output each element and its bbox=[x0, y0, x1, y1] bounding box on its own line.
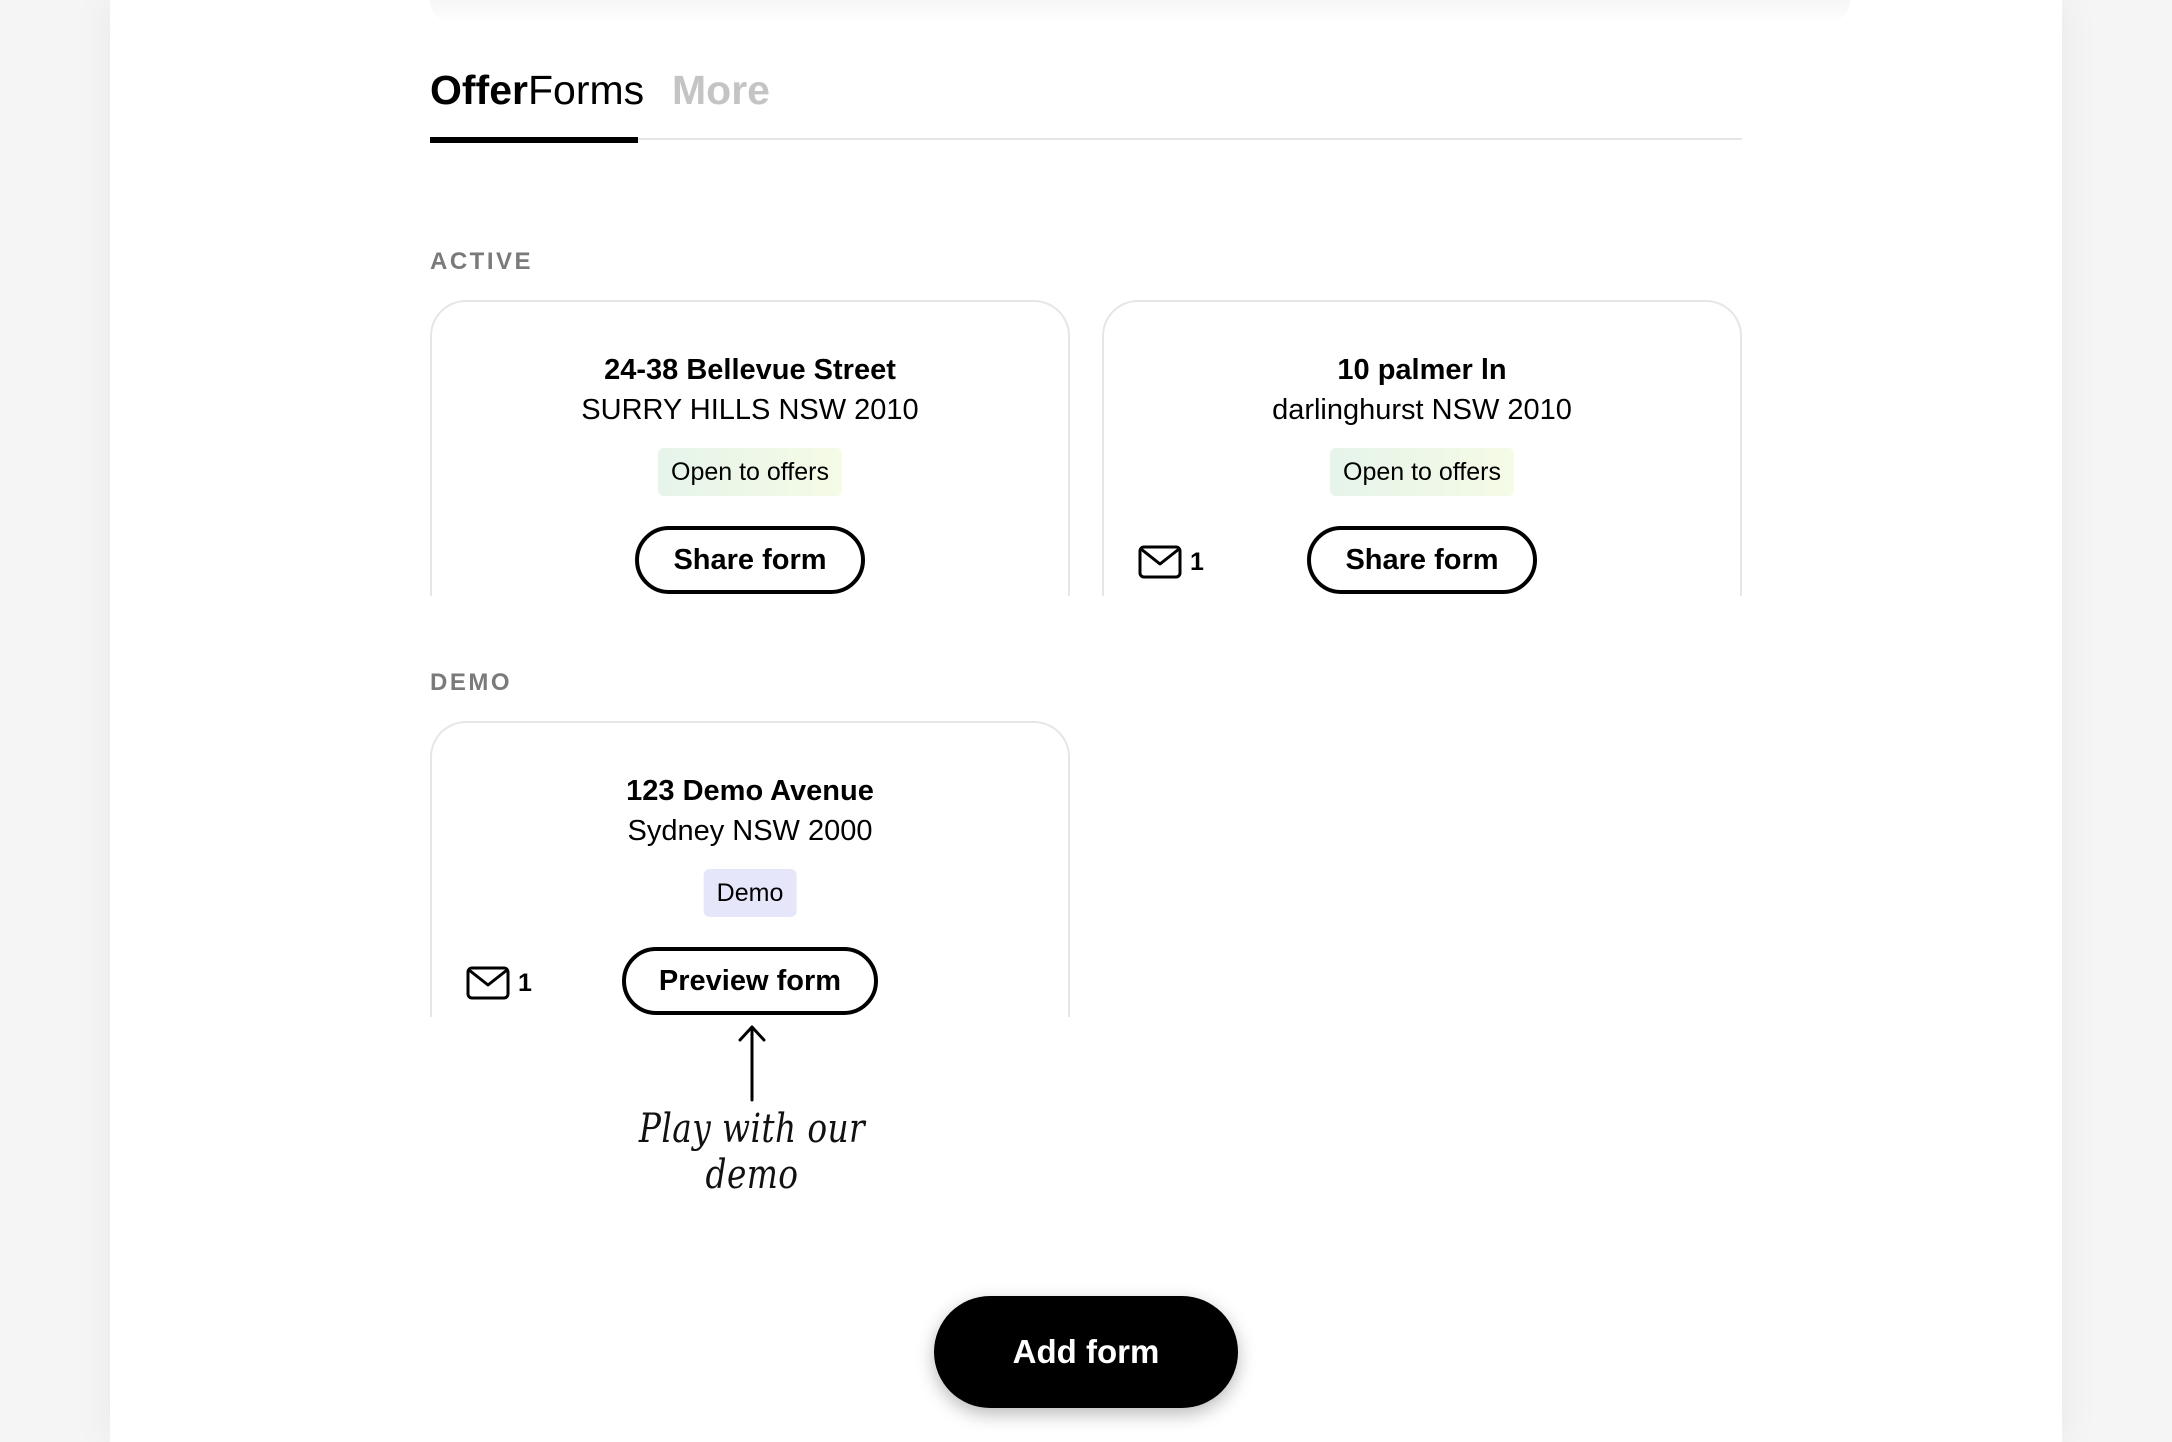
header-shadow bbox=[430, 0, 1850, 24]
message-count: 1 bbox=[1190, 547, 1204, 576]
add-form-button[interactable]: Add form bbox=[934, 1296, 1238, 1408]
envelope-icon bbox=[466, 966, 510, 1000]
section-label-demo: DEMO bbox=[430, 669, 512, 696]
tab-offerforms[interactable]: OfferForms bbox=[430, 64, 645, 143]
envelope-icon bbox=[1138, 545, 1182, 579]
card-suburb: SURRY HILLS NSW 2010 bbox=[581, 394, 919, 426]
status-badge: Open to offers bbox=[1330, 448, 1514, 496]
card-suburb: Sydney NSW 2000 bbox=[627, 815, 873, 847]
main-panel bbox=[110, 0, 2062, 1442]
card-suburb: darlinghurst NSW 2010 bbox=[1272, 394, 1572, 426]
message-count: 1 bbox=[518, 968, 532, 997]
tab-offerforms-regular: Forms bbox=[527, 67, 645, 113]
section-label-active: ACTIVE bbox=[430, 248, 534, 275]
form-card-bellevue[interactable]: 24-38 Bellevue Street SURRY HILLS NSW 20… bbox=[430, 300, 1070, 596]
arrow-up-icon bbox=[738, 1025, 766, 1102]
messages-indicator[interactable]: 1 bbox=[466, 963, 532, 1003]
preview-form-button[interactable]: Preview form bbox=[622, 947, 878, 1015]
form-card-demo[interactable]: 123 Demo Avenue Sydney NSW 2000 Demo 1 P… bbox=[430, 721, 1070, 1017]
tab-offerforms-bold: Offer bbox=[430, 67, 528, 113]
card-address: 24-38 Bellevue Street bbox=[604, 354, 896, 386]
card-address: 123 Demo Avenue bbox=[626, 775, 874, 807]
status-badge: Open to offers bbox=[658, 448, 842, 496]
share-form-button[interactable]: Share form bbox=[635, 526, 865, 594]
status-badge: Demo bbox=[703, 869, 797, 917]
form-card-palmer[interactable]: 10 palmer ln darlinghurst NSW 2010 Open … bbox=[1102, 300, 1742, 596]
share-form-button[interactable]: Share form bbox=[1307, 526, 1537, 594]
tab-bar: OfferForms More bbox=[430, 64, 1742, 143]
messages-indicator[interactable]: 1 bbox=[1138, 542, 1204, 582]
card-address: 10 palmer ln bbox=[1337, 354, 1507, 386]
demo-hint-text: Play with our demo bbox=[638, 1106, 866, 1198]
tab-more[interactable]: More bbox=[672, 64, 770, 140]
active-tab-indicator bbox=[430, 137, 638, 143]
demo-hint: Play with our demo bbox=[612, 1024, 892, 1198]
